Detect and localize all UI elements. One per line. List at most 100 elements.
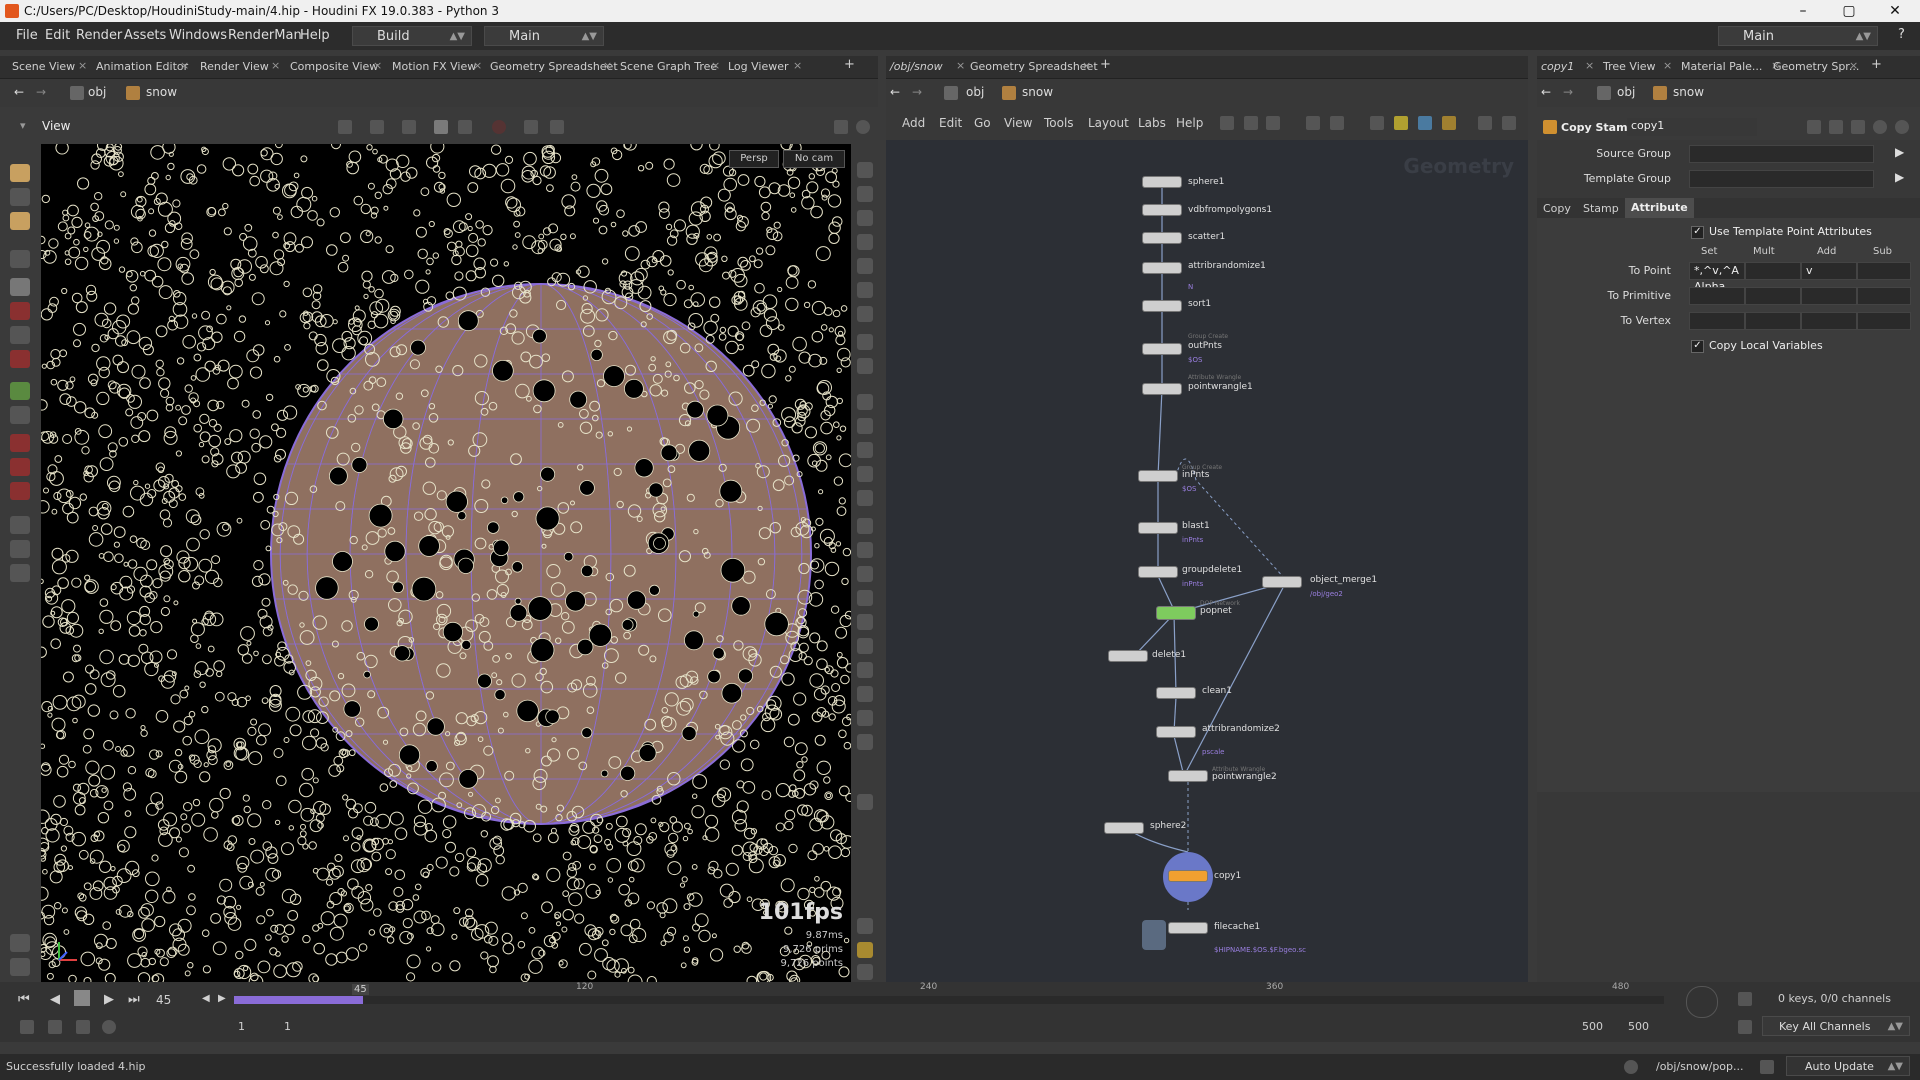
net-menu-edit[interactable]: Edit	[939, 116, 962, 130]
jump-start-icon[interactable]: ⏮	[18, 992, 30, 1007]
persp-menu[interactable]: Persp	[729, 150, 779, 168]
end-frame2-field[interactable]: 500	[1628, 1020, 1649, 1033]
select-tool-icon[interactable]	[10, 164, 30, 182]
timeline-track[interactable]	[234, 996, 1664, 1004]
source-group-field[interactable]	[1689, 145, 1874, 163]
to-point-mult-field[interactable]	[1745, 262, 1801, 280]
node-popnet[interactable]	[1156, 606, 1196, 620]
move-tool-icon[interactable]	[10, 188, 30, 206]
close-icon[interactable]: ×	[1849, 59, 1858, 72]
loop-icon[interactable]	[76, 1020, 90, 1034]
tab-geometry-spreadsheet[interactable]: Geometry Spreadsheet	[490, 60, 618, 73]
audio-icon[interactable]	[48, 1020, 62, 1034]
path-snow[interactable]: snow	[1673, 85, 1704, 99]
menu-help[interactable]: Help	[300, 28, 330, 43]
menu-edit[interactable]: Edit	[45, 28, 70, 43]
tab-param-copy1[interactable]: copy1	[1541, 60, 1574, 73]
brush-icon[interactable]	[10, 326, 30, 344]
to-prim-mult-field[interactable]	[1745, 287, 1801, 305]
node-pointwrangle1[interactable]	[1142, 383, 1182, 395]
snap-point-icon[interactable]	[10, 458, 30, 476]
edge-icon[interactable]	[857, 442, 873, 458]
tab-tree-view[interactable]: Tree View	[1603, 60, 1656, 73]
gear-icon[interactable]	[1807, 120, 1821, 134]
net-menu-layout[interactable]: Layout	[1088, 116, 1129, 130]
list-icon[interactable]	[1266, 116, 1280, 130]
info-viewer-icon[interactable]	[857, 918, 873, 934]
path-obj[interactable]: obj	[88, 85, 106, 99]
auto-update-dropdown[interactable]: Auto Update ▲▼	[1786, 1056, 1910, 1076]
end-frame-field[interactable]: 500	[1582, 1020, 1603, 1033]
net-menu-labs[interactable]: Labs	[1138, 116, 1166, 130]
forward-icon[interactable]: →	[912, 85, 922, 99]
jump-end-icon[interactable]: ⏭	[128, 992, 140, 1007]
to-vertex-mult-field[interactable]	[1745, 312, 1801, 330]
bulb2-icon[interactable]	[857, 306, 873, 322]
select-arrow-icon[interactable]: ▶	[1895, 170, 1904, 184]
tab-composite-view[interactable]: Composite View	[290, 60, 378, 73]
display-options-icon[interactable]	[524, 120, 538, 134]
subtab-attribute[interactable]: Attribute	[1625, 198, 1694, 218]
desktop-dropdown[interactable]: Build ▲▼	[352, 26, 472, 46]
screenshot-icon[interactable]	[1502, 116, 1516, 130]
view-layout-icon[interactable]	[834, 120, 848, 134]
view-menu-icon[interactable]: ▾	[20, 119, 26, 132]
search-icon[interactable]	[1851, 120, 1865, 134]
minimize-button[interactable]: –	[1780, 1, 1826, 21]
grid-view-icon[interactable]	[1306, 116, 1320, 130]
view-icon[interactable]	[10, 540, 30, 558]
close-icon[interactable]: ×	[1585, 59, 1594, 72]
close-icon[interactable]: ×	[956, 59, 965, 72]
menu-windows[interactable]: Windows	[169, 28, 227, 43]
net-menu-tools[interactable]: Tools	[1044, 116, 1074, 130]
paint-icon[interactable]	[10, 934, 30, 952]
node-copy1[interactable]	[1168, 870, 1208, 882]
chat-icon[interactable]	[1624, 1060, 1638, 1074]
lock-icon[interactable]	[10, 278, 30, 296]
refresh-icon[interactable]	[1760, 1060, 1774, 1074]
sticky-note-icon[interactable]	[1394, 116, 1408, 130]
grid-layout-icon[interactable]	[857, 942, 873, 958]
table-view-icon[interactable]	[1330, 116, 1344, 130]
start-frame-field[interactable]: 1	[238, 1020, 245, 1033]
context-dropdown[interactable]: Main ▲▼	[484, 26, 604, 46]
node-blast1[interactable]	[1138, 522, 1178, 534]
channel-icon[interactable]	[1738, 1020, 1752, 1034]
shade-icon[interactable]	[458, 120, 472, 134]
tab-scene-view[interactable]: Scene View	[12, 60, 75, 73]
close-icon[interactable]: ×	[180, 59, 189, 72]
node-sphere1[interactable]	[1142, 176, 1182, 188]
snap-magnet-icon[interactable]	[10, 482, 30, 500]
tab-motion-fx-view[interactable]: Motion FX View	[392, 60, 476, 73]
view-label[interactable]: View	[42, 119, 70, 133]
close-icon[interactable]: ×	[373, 59, 382, 72]
render-icon[interactable]	[10, 564, 30, 582]
to-point-sub-field[interactable]	[1857, 262, 1911, 280]
step-forward-icon[interactable]: ▶	[218, 993, 226, 1004]
key-icon[interactable]	[1738, 992, 1752, 1006]
tab-net-geometry-spreadsheet[interactable]: Geometry Spreadsheet	[970, 60, 1098, 73]
close-icon[interactable]: ×	[603, 59, 612, 72]
node-sort1[interactable]	[1142, 300, 1182, 312]
tab-network-path[interactable]: /obj/snow	[890, 60, 943, 73]
record-icon[interactable]	[492, 120, 506, 134]
handle-tool-icon[interactable]	[10, 382, 30, 400]
tab-param-geometry-spreadsheet[interactable]: Geometry Spr...	[1773, 60, 1859, 73]
shading-icon[interactable]	[857, 258, 873, 274]
info-icon[interactable]	[1873, 120, 1887, 134]
node-delete1[interactable]	[1108, 650, 1148, 662]
tab-scene-graph-tree[interactable]: Scene Graph Tree	[620, 60, 717, 73]
network-box-icon[interactable]	[1370, 116, 1384, 130]
menu-assets[interactable]: Assets	[124, 28, 166, 43]
snap-grid-icon[interactable]	[10, 434, 30, 452]
path-obj[interactable]: obj	[1617, 85, 1635, 99]
to-prim-set-field[interactable]	[1689, 287, 1745, 305]
template-group-field[interactable]	[1689, 170, 1874, 188]
guide-icon[interactable]	[857, 518, 873, 534]
close-icon[interactable]: ×	[271, 59, 280, 72]
rig-icon[interactable]	[10, 406, 30, 424]
close-icon[interactable]: ×	[1663, 59, 1672, 72]
node-groupdelete1[interactable]	[1138, 566, 1178, 578]
add-tab-icon[interactable]: +	[844, 57, 855, 72]
wrench-icon[interactable]	[857, 638, 873, 654]
